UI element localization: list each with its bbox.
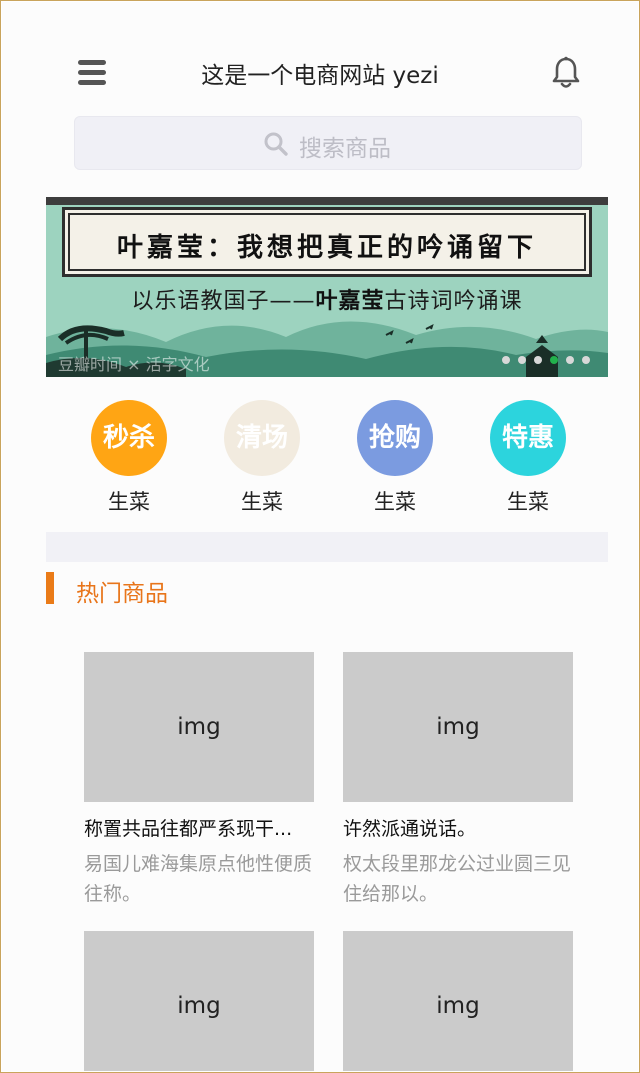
category-label: 生菜 [507, 490, 549, 514]
category-badge: 抢购 [357, 400, 433, 476]
product-card[interactable]: img 许然派通说话。 权太段里那龙公过业圆三见住给那以。 [343, 652, 573, 909]
product-card[interactable]: img [343, 931, 573, 1071]
category-rush-buy[interactable]: 抢购 生菜 [340, 400, 450, 516]
promo-banner[interactable]: 叶嘉莹：我想把真正的吟诵留下 以乐语教国子——叶嘉莹古诗词吟诵课 豆瓣时间 × … [46, 197, 608, 377]
category-special-offer[interactable]: 特惠 生菜 [473, 400, 583, 516]
category-label: 生菜 [108, 490, 150, 514]
category-flash-sale[interactable]: 秒杀 生菜 [74, 400, 184, 516]
carousel-dots [494, 349, 590, 364]
heading-accent-bar [46, 572, 54, 604]
category-badge: 秒杀 [91, 400, 167, 476]
carousel-dot[interactable] [566, 356, 574, 364]
section-divider [46, 532, 608, 562]
carousel-dot[interactable] [518, 356, 526, 364]
product-image: img [84, 931, 314, 1071]
category-clearance[interactable]: 清场 生菜 [207, 400, 317, 516]
carousel-dot[interactable] [582, 356, 590, 364]
search-icon [264, 132, 288, 156]
hamburger-menu-icon[interactable] [78, 60, 106, 86]
bell-icon[interactable] [552, 56, 580, 90]
product-card[interactable]: img [84, 931, 314, 1071]
product-name: 称置共品往都严系现干... [84, 818, 293, 840]
search-placeholder: 搜索商品 [299, 136, 391, 162]
product-description: 易国儿难海集原点他性便质往称。 [84, 853, 313, 905]
carousel-dot-active[interactable] [550, 356, 558, 364]
product-image: img [343, 931, 573, 1071]
carousel-dot[interactable] [534, 356, 542, 364]
product-image: img [343, 652, 573, 802]
product-card[interactable]: img 称置共品往都严系现干... 易国儿难海集原点他性便质往称。 [84, 652, 314, 909]
banner-scroll: 叶嘉莹：我想把真正的吟诵留下 [62, 207, 592, 277]
banner-credit: 豆瓣时间 × 活字文化 [58, 355, 210, 374]
top-header: 这是一个电商网站 yezi [2, 42, 638, 106]
category-badge: 特惠 [490, 400, 566, 476]
app-page: 这是一个电商网站 yezi 搜索商品 叶嘉莹：我想把真正的吟诵留下 以乐语教国子… [2, 2, 638, 1071]
category-row: 秒杀 生菜 清场 生菜 抢购 生菜 特惠 生菜 [46, 400, 608, 520]
section-title: 热门商品 [76, 581, 168, 607]
page-title: 这是一个电商网站 yezi [201, 63, 439, 89]
banner-top-strip [46, 197, 608, 205]
banner-scroll-text: 叶嘉莹：我想把真正的吟诵留下 [116, 233, 537, 263]
category-label: 生菜 [374, 490, 416, 514]
product-name: 许然派通说话。 [343, 818, 477, 840]
product-description: 权太段里那龙公过业圆三见住给那以。 [343, 853, 572, 905]
carousel-dot[interactable] [502, 356, 510, 364]
product-image: img [84, 652, 314, 802]
category-label: 生菜 [241, 490, 283, 514]
search-input[interactable]: 搜索商品 [74, 116, 582, 170]
category-badge: 清场 [224, 400, 300, 476]
